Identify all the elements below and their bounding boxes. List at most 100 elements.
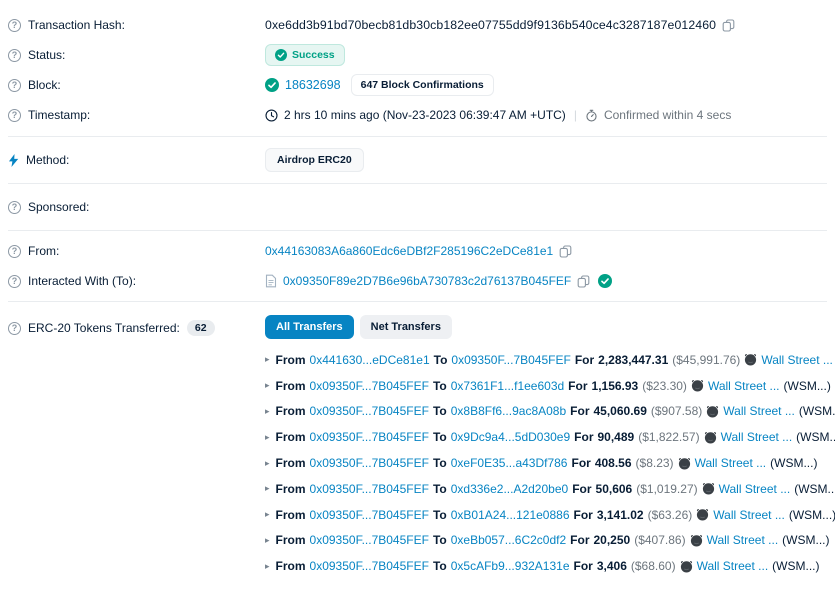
transfer-token-name[interactable]: Wall Street ... (723, 404, 795, 418)
copy-icon[interactable] (559, 245, 572, 258)
erc20-transferred-label: ERC-20 Tokens Transferred: (28, 321, 180, 335)
expand-caret-icon[interactable]: ▸ (265, 561, 270, 572)
tab-all-transfers[interactable]: All Transfers (265, 315, 354, 339)
transfer-row: ▸ From 0x09350F...7B045FEF To 0x7361F1..… (265, 373, 835, 399)
transfer-token-name[interactable]: Wall Street ... (697, 559, 769, 573)
help-icon: ? (8, 109, 21, 122)
overview-section: ? Transaction Hash: 0xe6dd3b91bd70becb81… (8, 0, 827, 136)
transfer-token-name[interactable]: Wall Street ... (713, 508, 785, 522)
block-check-circle-icon (265, 78, 279, 92)
transfer-from-address[interactable]: 0x09350F...7B045FEF (310, 559, 429, 573)
expand-caret-icon[interactable]: ▸ (265, 406, 270, 417)
transfer-from-address[interactable]: 0x441630...eDCe81e1 (310, 353, 430, 367)
transfer-to-address[interactable]: 0xB01A24...121e0886 (451, 508, 570, 522)
transfer-token-name[interactable]: Wall Street ... (695, 456, 767, 470)
for-word: For (575, 353, 594, 367)
transfer-row: ▸ From 0x441630...eDCe81e1 To 0x09350F..… (265, 347, 835, 373)
expand-caret-icon[interactable]: ▸ (265, 354, 270, 365)
timestamp-label-cell: ? Timestamp: (8, 108, 265, 122)
help-icon: ? (8, 49, 21, 62)
erc20-label-cell: ? ERC-20 Tokens Transferred: 62 (8, 320, 265, 336)
from-label: From: (28, 244, 59, 258)
transfer-usd-value: ($907.58) (651, 404, 702, 418)
for-word: For (574, 430, 593, 444)
transfer-from-address[interactable]: 0x09350F...7B045FEF (310, 482, 429, 496)
expand-caret-icon[interactable]: ▸ (265, 380, 270, 391)
expand-caret-icon[interactable]: ▸ (265, 458, 270, 469)
transfer-from-address[interactable]: 0x09350F...7B045FEF (310, 456, 429, 470)
interacted-with-label: Interacted With (To): (28, 274, 136, 288)
for-word: For (574, 559, 593, 573)
method-label-cell: Method: (8, 153, 265, 167)
transfer-amount: 20,250 (594, 533, 631, 547)
interacted-with-address-link[interactable]: 0x09350F89e2D7B6e96bA730783c2d76137B045F… (283, 274, 571, 288)
transfer-to-address[interactable]: 0x09350F...7B045FEF (451, 353, 570, 367)
method-section: Method: Airdrop ERC20 (8, 137, 827, 183)
check-circle-icon (275, 49, 287, 61)
transfer-token-name[interactable]: Wall Street ... (761, 353, 833, 367)
transfers-list: ▸ From 0x441630...eDCe81e1 To 0x09350F..… (265, 347, 835, 579)
transfer-from-address[interactable]: 0x09350F...7B045FEF (310, 508, 429, 522)
transfer-from-address[interactable]: 0x09350F...7B045FEF (310, 379, 429, 393)
transfer-to-address[interactable]: 0x5cAFb9...932A131e (451, 559, 570, 573)
status-label-cell: ? Status: (8, 48, 265, 62)
to-word: To (433, 379, 447, 393)
help-icon: ? (8, 275, 21, 288)
transaction-details-page: ? Transaction Hash: 0xe6dd3b91bd70becb81… (0, 0, 835, 579)
separator: | (572, 108, 579, 122)
transfer-usd-value: ($45,991.76) (672, 353, 740, 367)
row-timestamp: ? Timestamp: 2 hrs 10 mins ago (Nov-23-2… (8, 100, 827, 130)
expand-caret-icon[interactable]: ▸ (265, 509, 270, 520)
transfer-to-address[interactable]: 0x8B8Ff6...9ac8A08b (451, 404, 566, 418)
from-word: From (276, 559, 306, 573)
addresses-section: ? From: 0x44163083A6a860Edc6eDBf2F285196… (8, 231, 827, 301)
expand-caret-icon[interactable]: ▸ (265, 432, 270, 443)
token-logo-icon (702, 482, 715, 495)
from-word: From (276, 456, 306, 470)
to-word: To (433, 482, 447, 496)
from-word: From (276, 404, 306, 418)
transfer-row: ▸ From 0x09350F...7B045FEF To 0xeF0E35..… (265, 450, 835, 476)
transfer-usd-value: ($1,019.27) (636, 482, 697, 496)
for-word: For (570, 404, 589, 418)
transfer-token-name[interactable]: Wall Street ... (708, 379, 780, 393)
transfer-amount: 1,156.93 (592, 379, 639, 393)
transfer-token-name[interactable]: Wall Street ... (707, 533, 779, 547)
status-badge-label: Success (292, 49, 335, 61)
transfer-usd-value: ($68.60) (631, 559, 676, 573)
for-word: For (572, 482, 591, 496)
tab-net-transfers[interactable]: Net Transfers (360, 315, 452, 339)
transfer-row: ▸ From 0x09350F...7B045FEF To 0x8B8Ff6..… (265, 399, 835, 425)
from-word: From (276, 508, 306, 522)
from-address-link[interactable]: 0x44163083A6a860Edc6eDBf2F285196C2eDCe81… (265, 244, 553, 258)
expand-caret-icon[interactable]: ▸ (265, 483, 270, 494)
for-word: For (570, 533, 589, 547)
to-word: To (434, 353, 448, 367)
transfer-from-address[interactable]: 0x09350F...7B045FEF (310, 404, 429, 418)
copy-icon[interactable] (722, 19, 735, 32)
copy-icon[interactable] (577, 275, 590, 288)
transfer-token-symbol: (WSM...) (784, 379, 831, 393)
transfer-to-address[interactable]: 0xeF0E35...a43Df786 (451, 456, 568, 470)
block-number-link[interactable]: 18632698 (285, 78, 341, 92)
transfer-from-address[interactable]: 0x09350F...7B045FEF (310, 533, 429, 547)
transfer-to-address[interactable]: 0x7361F1...f1ee603d (451, 379, 564, 393)
transfer-amount: 2,283,447.31 (598, 353, 668, 367)
transfer-usd-value: ($8.23) (636, 456, 674, 470)
expand-caret-icon[interactable]: ▸ (265, 535, 270, 546)
transfer-to-address[interactable]: 0xeBb057...6C2c0df2 (451, 533, 566, 547)
row-sponsored: ? Sponsored: (8, 192, 827, 222)
transfer-to-address[interactable]: 0xd336e2...A2d20be0 (451, 482, 568, 496)
transfer-from-address[interactable]: 0x09350F...7B045FEF (310, 430, 429, 444)
token-logo-icon (680, 560, 693, 573)
to-word: To (433, 559, 447, 573)
transfer-row: ▸ From 0x09350F...7B045FEF To 0xB01A24..… (265, 502, 835, 528)
transfer-token-name[interactable]: Wall Street ... (721, 430, 793, 444)
transfer-token-name[interactable]: Wall Street ... (719, 482, 791, 496)
for-word: For (571, 456, 590, 470)
transaction-hash-label: Transaction Hash: (28, 18, 125, 32)
transfer-usd-value: ($63.26) (648, 508, 693, 522)
transfer-row: ▸ From 0x09350F...7B045FEF To 0x5cAFb9..… (265, 553, 835, 579)
transfer-token-symbol: (WSM...) (789, 508, 835, 522)
transfer-to-address[interactable]: 0x9Dc9a4...5dD030e9 (451, 430, 570, 444)
